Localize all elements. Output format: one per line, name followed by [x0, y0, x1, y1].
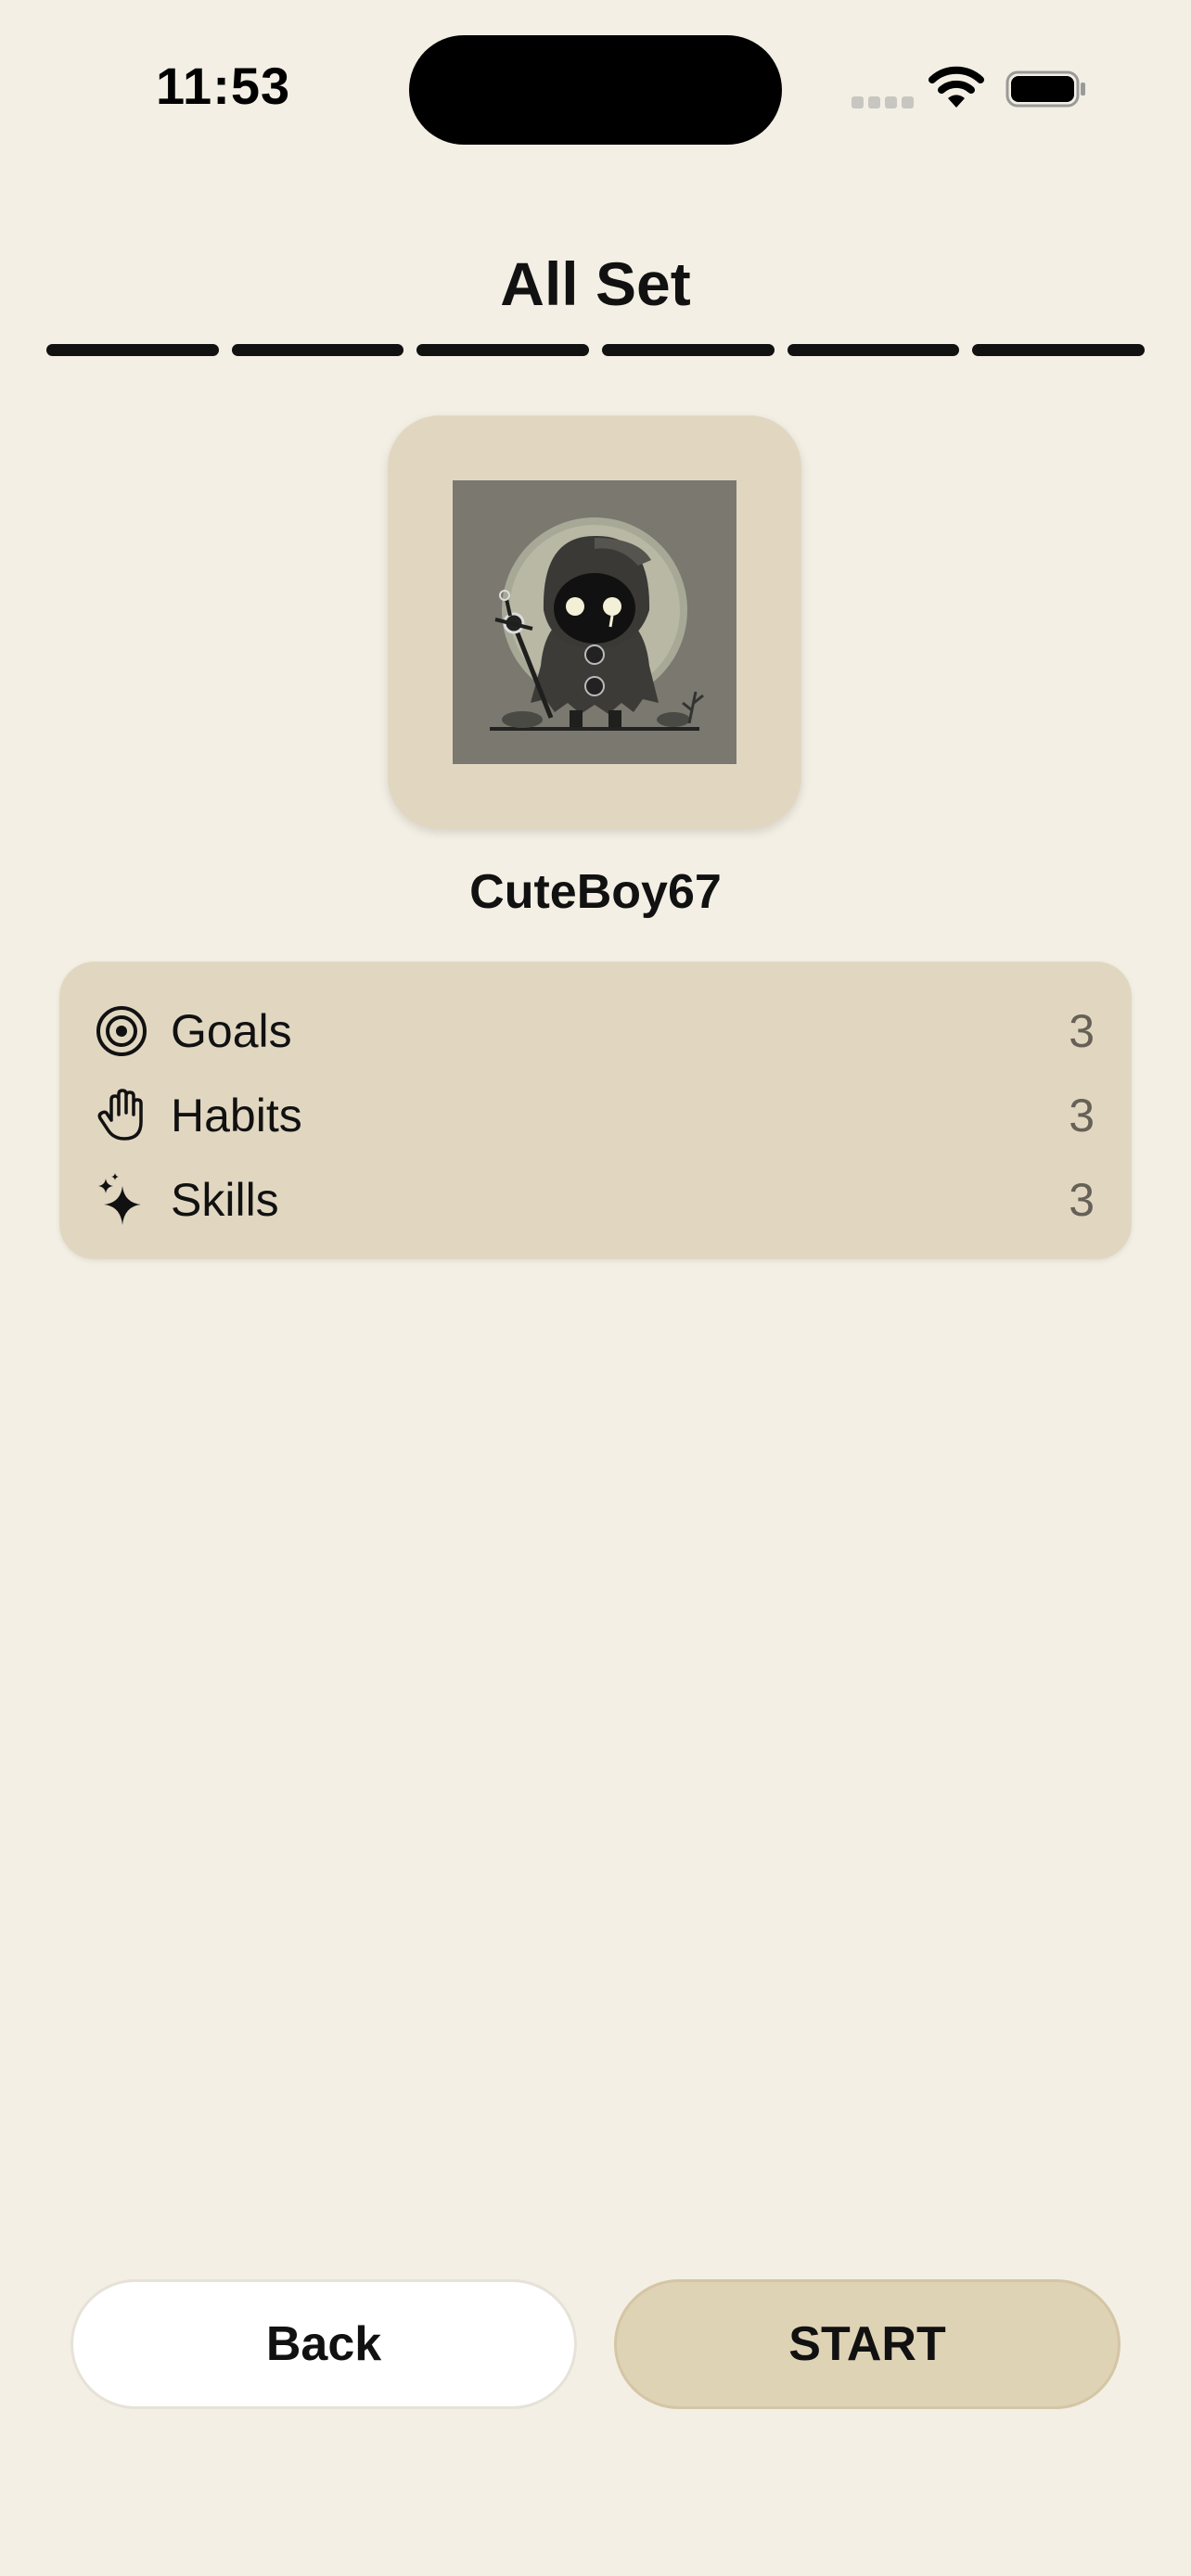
cellular-signal-icon — [852, 95, 915, 111]
stat-row-habits: Habits 3 — [59, 1083, 1132, 1148]
progress-segment — [972, 344, 1146, 356]
onboarding-complete-screen: 11:53 All Set CuteBoy67 Goals 3 Habits 3… — [0, 0, 1191, 2576]
avatar-image — [453, 480, 736, 764]
stat-label: Habits — [171, 1090, 302, 1141]
page-title: All Set — [500, 249, 691, 318]
stat-row-goals: Goals 3 — [59, 999, 1132, 1064]
progress-segment — [787, 344, 960, 356]
progress-segment — [602, 344, 775, 356]
dynamic-island — [409, 35, 782, 145]
progress-segment — [46, 344, 219, 356]
hooded-reaper-avatar-icon — [453, 480, 736, 764]
target-icon — [96, 1006, 147, 1056]
avatar-card[interactable] — [388, 415, 801, 829]
summary-card: Goals 3 Habits 3 Skills 3 — [59, 962, 1132, 1259]
status-time: 11:53 — [156, 57, 291, 115]
hand-icon — [97, 1089, 143, 1141]
stat-count: 3 — [1069, 1090, 1095, 1141]
battery-icon — [1005, 70, 1085, 108]
sparkle-icon — [98, 1173, 141, 1225]
username: CuteBoy67 — [469, 865, 722, 919]
stat-label: Skills — [171, 1174, 279, 1226]
wifi-icon — [928, 66, 984, 108]
stat-row-skills: Skills 3 — [59, 1167, 1132, 1232]
start-button[interactable]: START — [614, 2279, 1121, 2409]
stat-count: 3 — [1069, 1005, 1095, 1057]
stat-count: 3 — [1069, 1174, 1095, 1226]
step-progress-bar — [46, 344, 1146, 356]
stat-label: Goals — [171, 1005, 292, 1057]
back-button[interactable]: Back — [70, 2279, 577, 2409]
progress-segment — [231, 344, 404, 356]
progress-segment — [416, 344, 590, 356]
